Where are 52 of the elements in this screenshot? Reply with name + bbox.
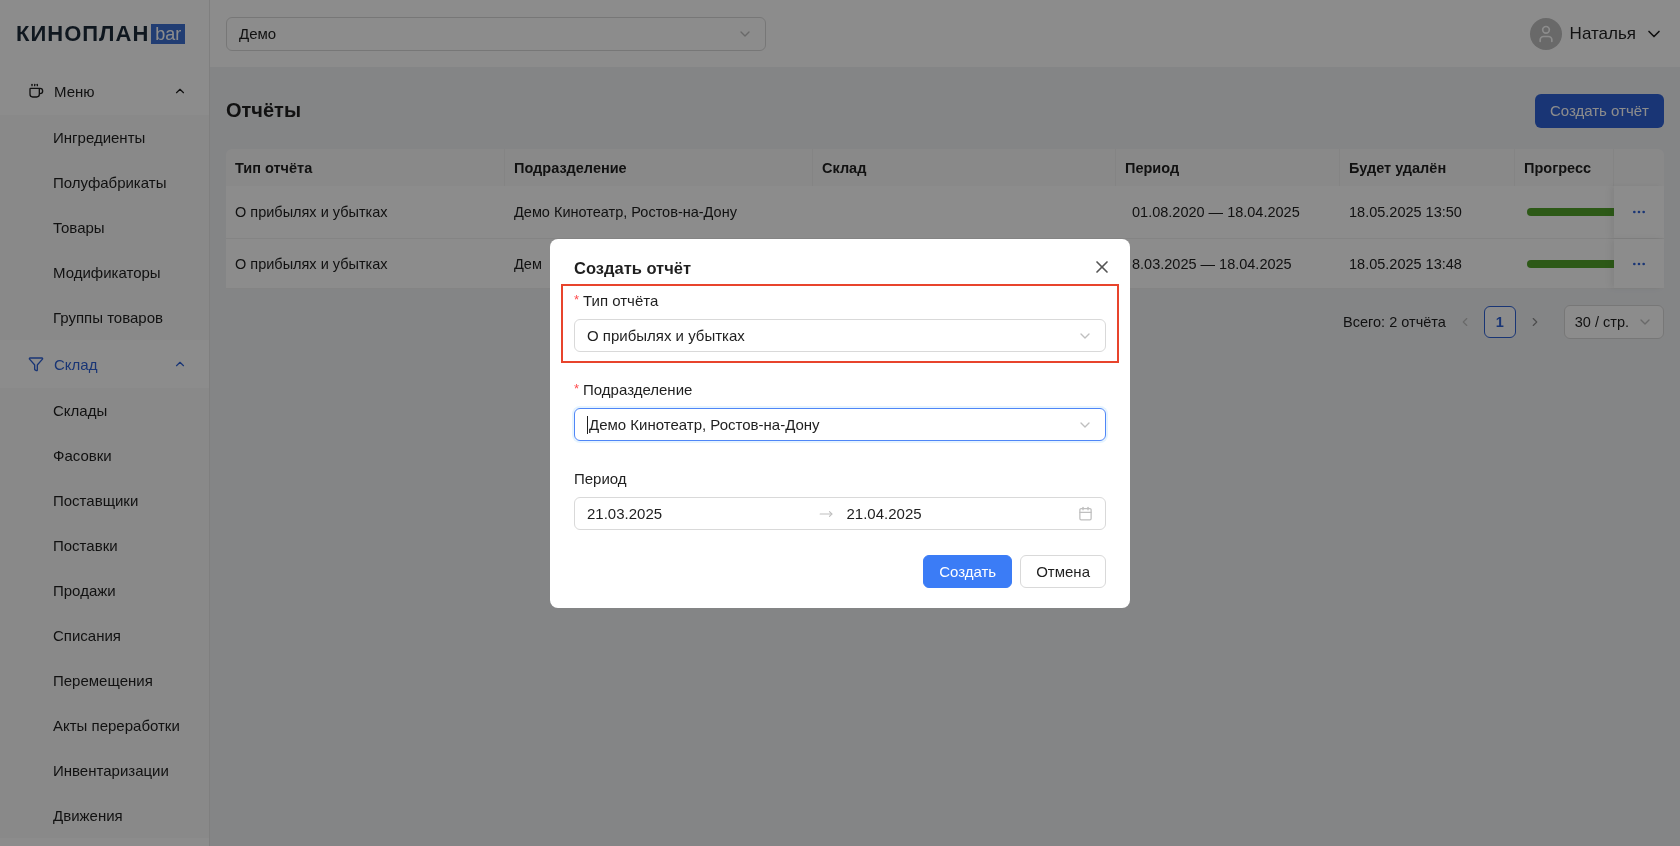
sidebar-item[interactable]: Ингредиенты — [0, 115, 209, 160]
column-header: Будет удалён — [1349, 159, 1447, 176]
funnel-icon — [28, 356, 44, 372]
table-cell: Дем — [514, 255, 542, 272]
organization-select[interactable]: Демо — [226, 16, 766, 51]
cup-icon — [28, 83, 44, 99]
cancel-button[interactable]: Отмена — [1020, 555, 1106, 588]
sidebar-item[interactable]: Модификаторы — [0, 250, 209, 295]
column-header: Подразделение — [514, 159, 627, 176]
sidebar-item[interactable]: Полуфабрикаты — [0, 160, 209, 205]
logo-badge: bar — [151, 23, 186, 44]
page-size-select[interactable]: 30 / стр. — [1563, 305, 1664, 339]
table-cell: О прибылях и убытках — [235, 255, 388, 272]
table-cell: 8.03.2025 — 18.04.2025 — [1132, 255, 1292, 272]
field-label: * Тип отчёта — [574, 292, 660, 309]
table-cell: 18.05.2025 13:50 — [1349, 204, 1462, 220]
column-header: Прогресс — [1524, 159, 1592, 176]
sidebar-item[interactable]: Списания — [0, 613, 209, 658]
sidebar-item[interactable]: Акты переработки — [0, 703, 209, 748]
table-cell: О прибылях и убытках — [235, 204, 388, 220]
sidebar-item[interactable]: Поставщики — [0, 478, 209, 523]
table-cell: Демо Кинотеатр, Ростов-на-Дону — [514, 204, 737, 220]
select-field[interactable]: О прибылях и убытках — [574, 319, 1106, 352]
sidebar-item[interactable]: Товары — [0, 205, 209, 250]
column-header: Период — [1125, 159, 1180, 176]
date-range-field[interactable]: 21.03.2025 21.04.2025 — [574, 497, 1106, 530]
sidebar-item[interactable]: Группы товаров — [0, 295, 209, 340]
sidebar-item[interactable]: Движения — [0, 793, 209, 838]
avatar-icon — [1529, 17, 1562, 50]
dialog-title: Создать отчёт — [573, 259, 693, 278]
select-field[interactable]: Демо Кинотеатр, Ростов-на-Дону — [574, 408, 1106, 441]
table-cell: 18.05.2025 13:48 — [1349, 255, 1462, 272]
sidebar-item[interactable]: Поставки — [0, 523, 209, 568]
sidebar-item[interactable]: Продажи — [0, 568, 209, 613]
page-title: Отчёты — [226, 99, 301, 122]
logo-text: КИНОПЛАН — [16, 20, 150, 47]
create-report-button[interactable]: Создать отчёт — [1534, 93, 1664, 128]
column-header: Тип отчёта — [235, 159, 313, 176]
sidebar-item[interactable]: Инвентаризации — [0, 748, 209, 793]
table-cell: 01.08.2020 — 18.04.2025 — [1132, 204, 1300, 220]
page-button[interactable]: 1 — [1483, 306, 1516, 338]
calendar-icon — [1078, 506, 1093, 521]
sidebar-item[interactable]: Склады — [0, 388, 209, 433]
create-button[interactable]: Создать — [923, 555, 1013, 588]
total-count: Всего: 2 отчёта — [1343, 314, 1446, 330]
field-label: Период — [574, 470, 628, 487]
text-cursor — [587, 415, 588, 434]
sidebar-item[interactable]: Перемещения — [0, 658, 209, 703]
column-header: Склад — [822, 159, 867, 176]
sidebar-item[interactable]: Фасовки — [0, 433, 209, 478]
field-label: * Подразделение — [574, 381, 694, 398]
user-menu[interactable]: Наталья — [1529, 17, 1664, 50]
